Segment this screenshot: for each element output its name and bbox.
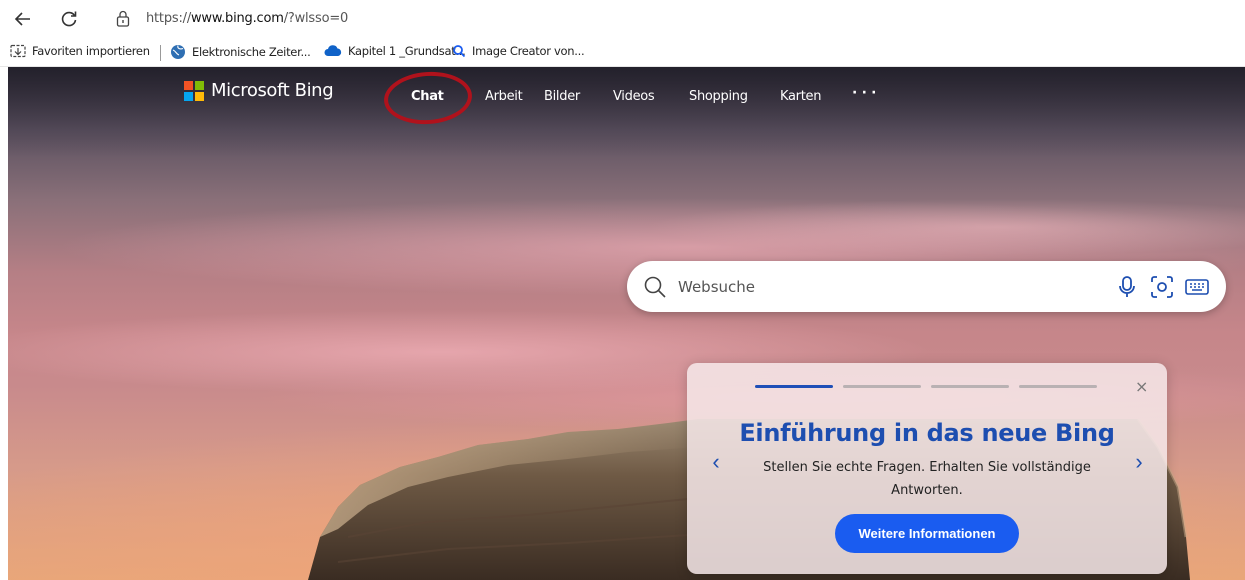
visual-search-icon[interactable] (1149, 274, 1175, 300)
microphone-icon[interactable] (1114, 274, 1140, 300)
nav-karten[interactable]: Karten (780, 89, 821, 104)
search-input[interactable] (678, 261, 1098, 312)
url-field[interactable]: https://www.bing.com/?wlsso=0 (146, 11, 348, 26)
top-navigation: Microsoft Bing Chat Arbeit Bilder Videos… (8, 67, 1245, 128)
refresh-icon (61, 11, 77, 27)
globe-icon (171, 45, 185, 59)
card-description: Stellen Sie echte Fragen. Erhalten Sie v… (763, 460, 1091, 498)
keyboard-icon[interactable] (1184, 274, 1210, 300)
favorites-bar: Favoriten importieren Elektronische Zeit… (0, 38, 1245, 67)
carousel-dot[interactable] (755, 385, 833, 388)
search-box[interactable] (627, 261, 1226, 312)
back-button[interactable] (10, 6, 36, 32)
close-icon[interactable]: × (1135, 377, 1148, 396)
carousel-dot[interactable] (843, 385, 921, 388)
favorite-label: Favoriten importieren (32, 44, 150, 58)
url-path: /?wlsso=0 (283, 11, 349, 26)
brand-name[interactable]: Microsoft Bing (211, 80, 334, 101)
url-prefix: https:// (146, 11, 191, 26)
carousel-indicators (755, 385, 1097, 388)
favorite-label: Image Creator von... (472, 44, 585, 58)
url-domain: www.bing.com (191, 11, 284, 26)
favorite-image-creator[interactable]: Image Creator von... (452, 44, 585, 58)
favorite-label: Kapitel 1 _Grundsat... (348, 44, 466, 58)
nav-arbeit[interactable]: Arbeit (485, 89, 523, 104)
prev-arrow-icon[interactable]: ‹ (705, 449, 727, 474)
refresh-button[interactable] (56, 6, 82, 32)
back-arrow-icon (14, 12, 30, 26)
favorite-kapitel[interactable]: Kapitel 1 _Grundsat... (324, 44, 466, 58)
favorites-divider (160, 45, 161, 61)
address-bar: https://www.bing.com/?wlsso=0 (0, 0, 1245, 38)
nav-videos[interactable]: Videos (613, 89, 655, 104)
favorite-import[interactable]: Favoriten importieren (10, 44, 150, 58)
microsoft-logo-icon[interactable] (184, 81, 204, 101)
onedrive-icon (324, 45, 342, 56)
carousel-dot[interactable] (1019, 385, 1097, 388)
lock-icon[interactable] (116, 10, 130, 27)
next-arrow-icon[interactable]: › (1128, 449, 1150, 474)
import-icon (10, 44, 26, 58)
carousel-dot[interactable] (931, 385, 1009, 388)
more-info-button[interactable]: Weitere Informationen (835, 514, 1019, 553)
intro-card: × Einführung in das neue Bing ‹ Stellen … (687, 363, 1167, 574)
hero-background: Microsoft Bing Chat Arbeit Bilder Videos… (8, 67, 1245, 580)
nav-shopping[interactable]: Shopping (689, 89, 748, 104)
favorite-elektronische[interactable]: Elektronische Zeiter... (170, 44, 311, 60)
favorite-label: Elektronische Zeiter... (192, 45, 311, 59)
nav-more[interactable]: · · · (852, 85, 877, 101)
card-title: Einführung in das neue Bing (739, 419, 1115, 447)
nav-bilder[interactable]: Bilder (544, 89, 580, 104)
search-icon[interactable] (643, 275, 667, 299)
search-icon (453, 45, 466, 58)
